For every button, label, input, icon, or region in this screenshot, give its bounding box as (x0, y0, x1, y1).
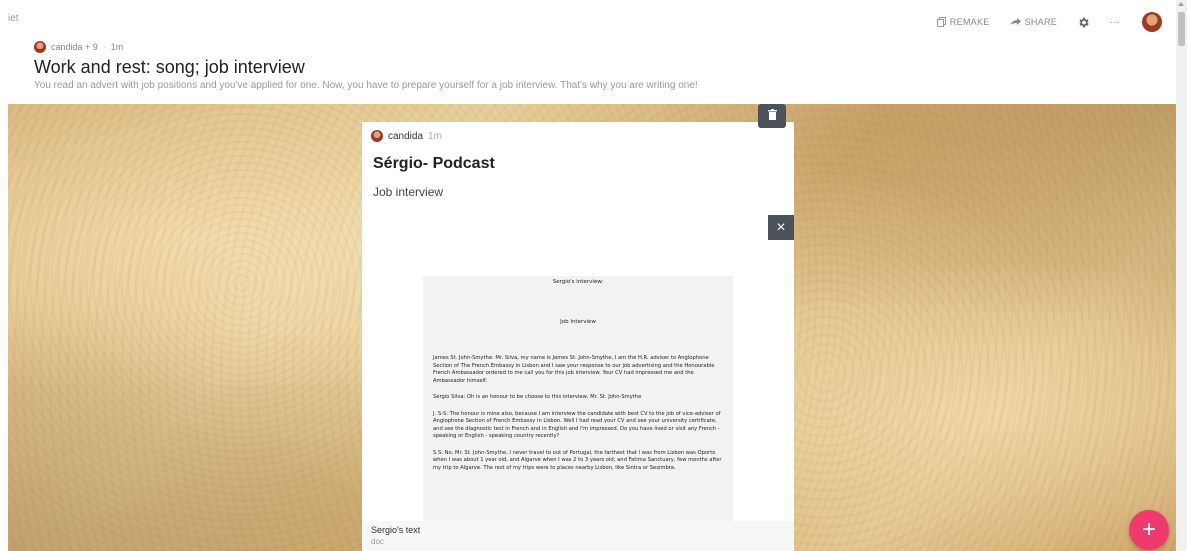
close-preview-button[interactable]: × (768, 215, 794, 240)
document-paragraph: J. S-S: The honour is mine also, because… (433, 410, 721, 440)
post-author-name: candida (388, 130, 424, 142)
document-heading: Sergio's interview: (552, 279, 604, 285)
page-description: You read an advert with job positions an… (34, 80, 698, 91)
document-paragraph: James St. John-Smythe: Mr. Silva, my nam… (433, 355, 715, 384)
page-title: Work and rest: song; job interview (34, 57, 305, 77)
share-label: SHARE (1024, 17, 1058, 27)
trash-icon (767, 107, 777, 125)
share-arrow-icon (1009, 18, 1021, 26)
scroll-up-arrow-icon[interactable] (1178, 2, 1184, 6)
post-author-avatar (371, 130, 383, 142)
post-title: Sérgio- Podcast (373, 155, 495, 172)
document-preview[interactable]: Sergio's interview: Job Interview James … (423, 276, 733, 521)
settings-button[interactable] (1077, 16, 1090, 29)
share-button[interactable]: SHARE (1009, 17, 1058, 27)
scroll-thumb[interactable] (1178, 12, 1185, 46)
gear-icon (1077, 16, 1090, 29)
remake-label: REMAKE (949, 17, 990, 27)
padlet-page: iet REMAKE SHARE ··· candida + 9 · 1m Wo… (0, 0, 1187, 551)
post-body: Job interview (373, 185, 444, 199)
add-post-button[interactable]: + (1129, 510, 1169, 550)
copy-icon (936, 17, 946, 27)
post-time: 1m (428, 130, 442, 142)
meta-separator: · (102, 42, 106, 52)
attachment-type: doc (371, 537, 384, 546)
document-subheading: Job Interview (560, 319, 596, 325)
author-names[interactable]: candida + 9 (51, 42, 98, 52)
post-card[interactable]: candida 1m Sérgio- Podcast Job interview… (362, 122, 794, 551)
header-actions: REMAKE SHARE ··· (917, 12, 1162, 32)
more-button[interactable]: ··· (1110, 17, 1120, 27)
more-icon: ··· (1110, 17, 1120, 27)
attachment-name: Sergio's text (371, 525, 421, 535)
padlet-meta: candida + 9 · 1m (34, 41, 123, 53)
parchment-canvas: candida 1m Sérgio- Podcast Job interview… (8, 104, 1176, 551)
author-avatar (34, 41, 46, 53)
delete-button[interactable] (758, 104, 786, 128)
meta-time: 1m (110, 42, 124, 52)
breadcrumb[interactable]: iet (8, 13, 19, 24)
header: iet REMAKE SHARE ··· candida + 9 · 1m Wo… (0, 0, 1176, 104)
document-paragraph: S.S: No, Mr. St. John-Smythe, I never tr… (433, 449, 722, 471)
document-paragraph: Sérgio Silva: Oh is an honour to be choo… (433, 394, 642, 401)
post-author: candida 1m (371, 130, 442, 142)
remake-button[interactable]: REMAKE (936, 17, 990, 27)
scrollbar[interactable] (1176, 0, 1187, 551)
attachment-info[interactable]: Sergio's text doc (362, 521, 794, 551)
user-avatar[interactable] (1142, 12, 1162, 32)
